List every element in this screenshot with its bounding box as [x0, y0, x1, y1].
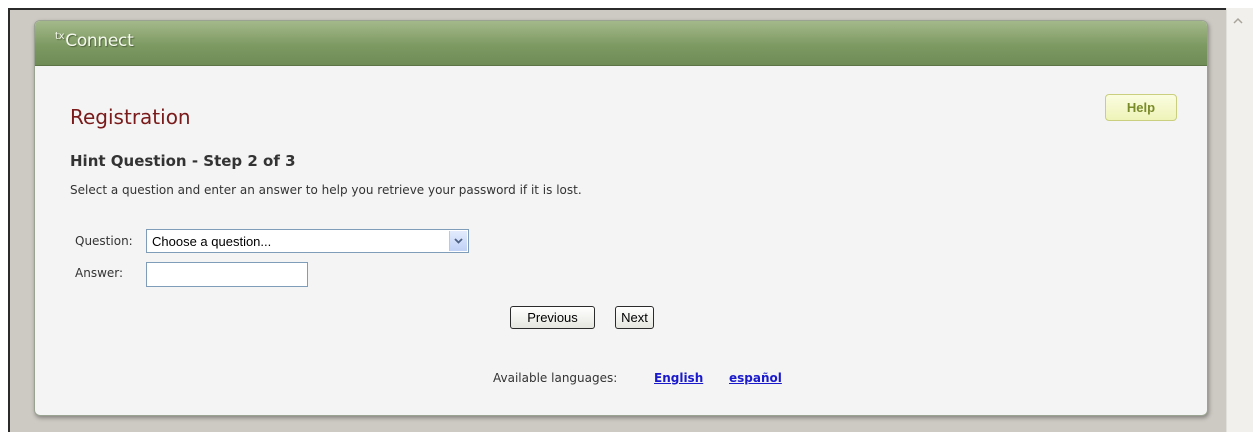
chevron-down-icon[interactable]: [449, 231, 467, 251]
instructions-text: Select a question and enter an answer to…: [70, 183, 582, 197]
question-label: Question:: [75, 234, 133, 248]
txconnect-logo: txConnect: [55, 31, 134, 51]
next-button[interactable]: Next: [615, 306, 654, 329]
question-select-value: Choose a question...: [152, 234, 272, 249]
answer-label: Answer:: [75, 266, 124, 280]
answer-input[interactable]: [146, 262, 308, 287]
logo-text: Connect: [65, 31, 134, 51]
step-heading: Hint Question - Step 2 of 3: [70, 152, 296, 170]
logo-prefix: tx: [55, 31, 65, 42]
question-select[interactable]: Choose a question...: [146, 229, 469, 253]
available-languages-label: Available languages:: [493, 371, 618, 385]
registration-card: txConnect Help Registration Hint Questio…: [34, 20, 1208, 416]
app-header: txConnect: [35, 21, 1207, 66]
page-title: Registration: [70, 105, 191, 129]
scroll-up-arrow-icon[interactable]: [1231, 14, 1245, 28]
help-button[interactable]: Help: [1105, 94, 1177, 121]
language-link-english[interactable]: English: [654, 371, 703, 385]
vertical-scrollbar[interactable]: [1226, 8, 1253, 432]
previous-button[interactable]: Previous: [510, 306, 595, 329]
language-link-espanol[interactable]: español: [729, 371, 782, 385]
